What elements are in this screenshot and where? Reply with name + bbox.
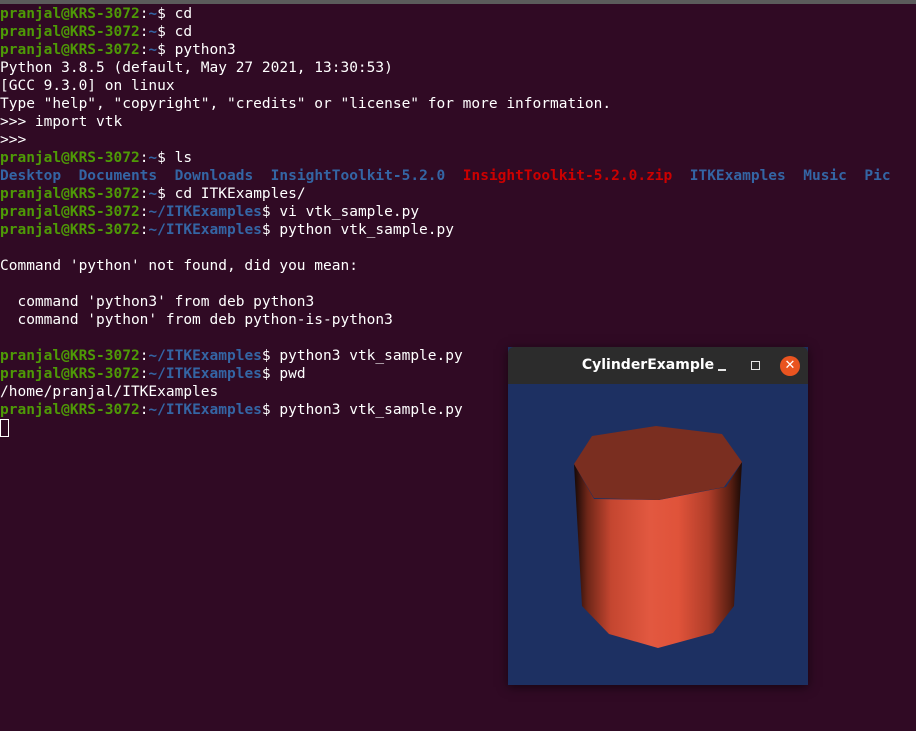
ls-entry: Documents xyxy=(78,168,158,184)
cursor-line xyxy=(0,419,9,437)
output-line: [GCC 9.3.0] on linux xyxy=(0,78,175,94)
command-text: cd ITKExamples/ xyxy=(165,186,306,202)
terminal-line: pranjal@KRS-3072:~$ ls xyxy=(0,149,192,167)
text-cursor xyxy=(0,419,9,437)
window-titlebar[interactable]: CylinderExample ✕ xyxy=(508,347,808,384)
window-title: CylinderExample xyxy=(581,357,715,373)
ls-entry: InsightToolkit-5.2.0.zip xyxy=(462,168,673,184)
prompt-dollar: $ xyxy=(157,24,166,40)
minimize-button[interactable] xyxy=(712,356,732,376)
prompt-path: ~/ITKExamples xyxy=(148,348,262,364)
output-line: Type "help", "copyright", "credits" or "… xyxy=(0,96,612,112)
prompt-user: pranjal@KRS-3072 xyxy=(0,150,140,166)
prompt-user: pranjal@KRS-3072 xyxy=(0,6,140,22)
terminal-line: pranjal@KRS-3072:~$ cd ITKExamples/ xyxy=(0,185,306,203)
prompt-dollar: $ xyxy=(261,366,271,382)
output-line: Command 'python' not found, did you mean… xyxy=(0,258,358,274)
terminal-line: pranjal@KRS-3072:~$ cd xyxy=(0,5,192,23)
prompt-user: pranjal@KRS-3072 xyxy=(0,24,140,40)
output-line: Python 3.8.5 (default, May 27 2021, 13:3… xyxy=(0,60,393,76)
prompt-user: pranjal@KRS-3072 xyxy=(0,204,140,220)
prompt-path: ~ xyxy=(148,6,158,22)
command-text: cd xyxy=(165,6,193,22)
ls-entry: Pic xyxy=(864,168,891,184)
prompt-user: pranjal@KRS-3072 xyxy=(0,348,140,364)
command-text: python3 vtk_sample.py xyxy=(270,348,463,364)
terminal-line: pranjal@KRS-3072:~/ITKExamples$ python v… xyxy=(0,221,454,239)
command-text: cd xyxy=(165,24,193,40)
prompt-path: ~/ITKExamples xyxy=(148,222,262,238)
ls-entry: ITKExamples xyxy=(689,168,786,184)
prompt-path: ~ xyxy=(148,150,158,166)
prompt-path: ~ xyxy=(148,186,158,202)
prompt-dollar: $ xyxy=(157,6,166,22)
command-text: vi vtk_sample.py xyxy=(270,204,420,220)
prompt-dollar: $ xyxy=(157,150,166,166)
prompt-path: ~/ITKExamples xyxy=(148,366,262,382)
prompt-dollar: $ xyxy=(157,186,166,202)
cylinder-render xyxy=(574,426,742,648)
window-top-border xyxy=(0,0,916,4)
render-viewport[interactable] xyxy=(508,384,808,685)
prompt-user: pranjal@KRS-3072 xyxy=(0,186,140,202)
command-text: python vtk_sample.py xyxy=(270,222,454,238)
prompt-user: pranjal@KRS-3072 xyxy=(0,366,140,382)
command-text: python3 vtk_sample.py xyxy=(270,402,463,418)
output-line: command 'python3' from deb python3 xyxy=(0,294,315,310)
terminal-line: pranjal@KRS-3072:~/ITKExamples$ vi vtk_s… xyxy=(0,203,419,221)
prompt-user: pranjal@KRS-3072 xyxy=(0,222,140,238)
prompt-user: pranjal@KRS-3072 xyxy=(0,42,140,58)
output-line: >>> xyxy=(0,132,27,148)
vtk-render-window[interactable]: CylinderExample ✕ xyxy=(508,347,808,685)
maximize-button[interactable] xyxy=(746,356,766,376)
output-line: command 'python' from deb python-is-pyth… xyxy=(0,312,393,328)
terminal-line: pranjal@KRS-3072:~$ python3 xyxy=(0,41,236,59)
prompt-user: pranjal@KRS-3072 xyxy=(0,402,140,418)
ls-entry: Desktop xyxy=(0,168,62,184)
ls-entry: Music xyxy=(803,168,847,184)
ls-entry: InsightToolkit-5.2.0 xyxy=(270,168,446,184)
close-button[interactable]: ✕ xyxy=(780,356,800,376)
prompt-dollar: $ xyxy=(157,42,166,58)
output-line: /home/pranjal/ITKExamples xyxy=(0,384,219,400)
ls-entry: Downloads xyxy=(174,168,254,184)
prompt-path: ~ xyxy=(148,24,158,40)
terminal-line: pranjal@KRS-3072:~$ cd xyxy=(0,23,192,41)
prompt-path: ~/ITKExamples xyxy=(148,402,262,418)
ls-output: Desktop Documents Downloads InsightToolk… xyxy=(0,167,891,185)
command-text: python3 xyxy=(165,42,236,58)
command-text: ls xyxy=(165,150,193,166)
prompt-path: ~/ITKExamples xyxy=(148,204,262,220)
prompt-dollar: $ xyxy=(261,204,271,220)
prompt-path: ~ xyxy=(148,42,158,58)
prompt-dollar: $ xyxy=(261,348,271,364)
terminal-line: pranjal@KRS-3072:~/ITKExamples$ pwd xyxy=(0,365,306,383)
command-text: pwd xyxy=(270,366,306,382)
output-line: >>> import vtk xyxy=(0,114,123,130)
prompt-dollar: $ xyxy=(261,222,271,238)
terminal-line: pranjal@KRS-3072:~/ITKExamples$ python3 … xyxy=(0,401,463,419)
prompt-dollar: $ xyxy=(261,402,271,418)
terminal-line: pranjal@KRS-3072:~/ITKExamples$ python3 … xyxy=(0,347,463,365)
